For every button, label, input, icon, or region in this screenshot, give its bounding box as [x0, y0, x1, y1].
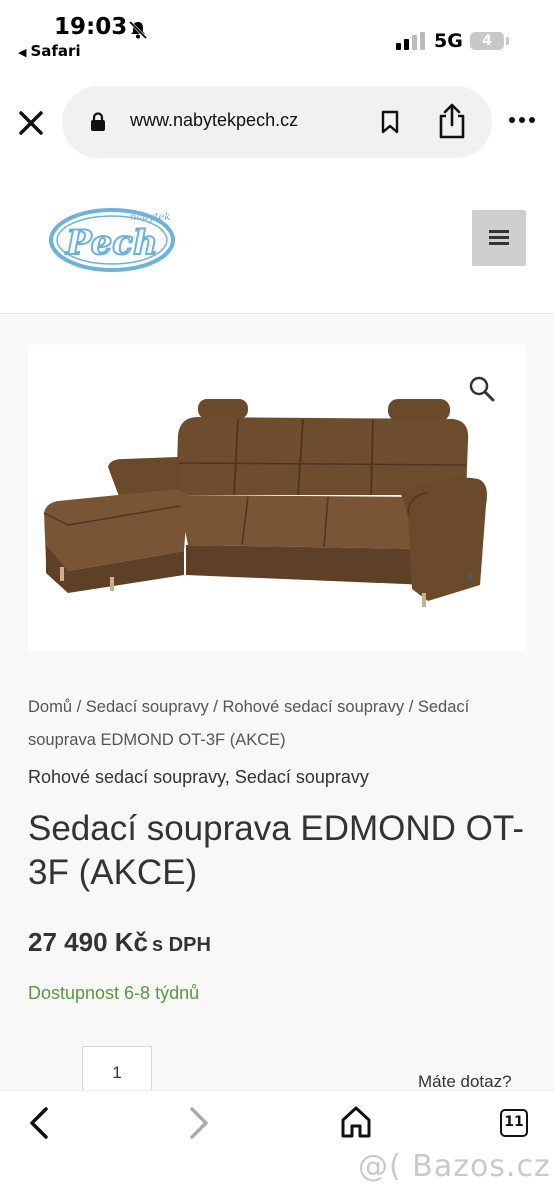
chevron-right-icon[interactable]: [184, 1105, 212, 1141]
logo-main-text: Pech: [65, 223, 158, 263]
lock-icon: [91, 112, 105, 131]
logo-small-text: nábytek: [130, 212, 170, 223]
battery-level: 4: [482, 33, 492, 49]
close-icon[interactable]: [14, 106, 48, 140]
menu-bar: [489, 230, 509, 233]
address-bar[interactable]: www.nabytekpech.cz: [62, 86, 492, 158]
product-title: Sedací souprava EDMOND OT-3F (AKCE): [28, 809, 524, 892]
bell-slash-icon: [128, 20, 148, 40]
quantity-input[interactable]: 1: [82, 1046, 152, 1090]
hamburger-menu-icon[interactable]: [472, 210, 526, 266]
price-vat-suffix: s DPH: [151, 934, 211, 956]
product-categories: Rohové sedací soupravy, Sedací soupravy: [28, 767, 369, 788]
browser-url-row: www.nabytekpech.cz: [0, 66, 554, 186]
sofa-illustration: [43, 399, 487, 607]
magnifier-icon[interactable]: [468, 375, 496, 403]
network-type: 5G: [434, 30, 463, 52]
breadcrumb-separator: /: [213, 698, 218, 716]
menu-bar: [489, 236, 509, 239]
more-icon[interactable]: [508, 116, 536, 124]
battery-nub: [506, 37, 509, 45]
site-header: nábytek Pech: [0, 186, 554, 314]
browser-toolbar: 11 @( Bazos.cz: [0, 1090, 554, 1200]
bookmark-icon[interactable]: [380, 110, 400, 134]
back-app-label: Safari: [30, 42, 81, 60]
product-price: 27 490 Kč s DPH: [28, 927, 211, 958]
site-logo[interactable]: nábytek Pech: [48, 202, 178, 274]
status-bar: 19:03 ◀ Safari 5G 4: [0, 0, 554, 66]
breadcrumb-separator: /: [408, 698, 414, 716]
chevron-left-icon[interactable]: [26, 1105, 54, 1141]
category-separator: ,: [224, 767, 230, 787]
bazos-watermark: @( Bazos.cz: [358, 1149, 551, 1184]
battery-icon: 4: [470, 32, 504, 50]
share-icon[interactable]: [436, 102, 468, 140]
tabs-icon[interactable]: 11: [500, 1109, 528, 1137]
breadcrumb-sedaci-soupravy[interactable]: Sedací soupravy: [86, 698, 209, 716]
breadcrumb: Domů / Sedací soupravy / Rohové sedací s…: [28, 691, 508, 757]
home-icon[interactable]: [340, 1105, 372, 1139]
menu-bar: [489, 242, 509, 245]
category-link-sedaci[interactable]: Sedací soupravy: [235, 767, 369, 787]
back-to-app-link[interactable]: ◀ Safari: [18, 42, 81, 60]
breadcrumb-rohove-sedaci-soupravy[interactable]: Rohové sedací soupravy: [222, 698, 404, 716]
product-page: Domů / Sedací soupravy / Rohové sedací s…: [0, 315, 554, 1092]
category-link-rohove[interactable]: Rohové sedací soupravy: [28, 767, 225, 787]
signal-icon: [396, 32, 425, 50]
back-triangle-icon: ◀: [18, 46, 27, 59]
question-link[interactable]: Máte dotaz?: [418, 1072, 512, 1092]
url-text: www.nabytekpech.cz: [130, 110, 299, 130]
breadcrumb-separator: /: [76, 698, 82, 716]
product-image[interactable]: [28, 345, 526, 651]
breadcrumb-home[interactable]: Domů: [28, 698, 72, 716]
status-time: 19:03: [54, 14, 128, 40]
price-amount: 27 490 Kč: [28, 927, 148, 957]
availability-status: Dostupnost 6-8 týdnů: [28, 983, 200, 1003]
